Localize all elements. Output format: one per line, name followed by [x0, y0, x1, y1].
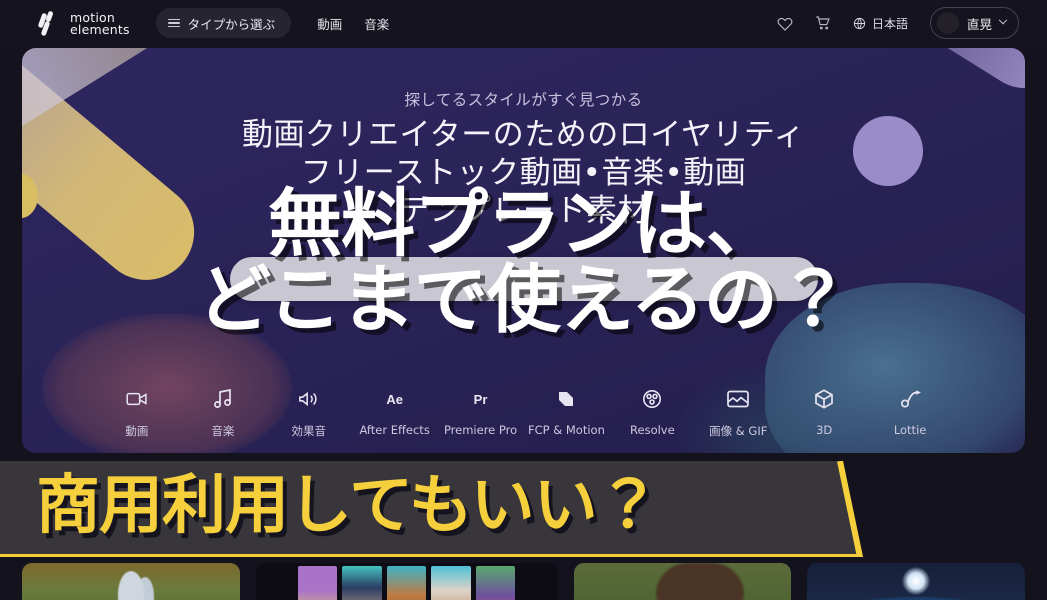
thumbnail-child-outdoors[interactable] — [573, 563, 792, 600]
category-item-sfx[interactable]: 効果音 — [266, 384, 352, 439]
category-item-lottie[interactable]: Lottie — [867, 384, 953, 439]
mini-template — [342, 566, 382, 600]
heart-icon[interactable] — [777, 15, 793, 31]
cart-icon[interactable] — [815, 15, 831, 31]
category-label: Premiere Pro — [443, 423, 518, 437]
thumbnail-rabbit-field[interactable] — [22, 563, 240, 600]
video-camera-icon — [126, 384, 148, 414]
hero-subtitle: 探してるスタイルがすぐ見つかる — [404, 91, 643, 109]
category-item-resolve[interactable]: Resolve — [609, 384, 695, 439]
thumbnail-vertical-template-strip[interactable] — [255, 563, 558, 600]
mini-template — [475, 566, 516, 600]
user-name: 直晃 — [966, 17, 992, 32]
category-label: 効果音 — [291, 424, 326, 438]
premiere-pro-icon: Pr — [473, 391, 488, 407]
overlay-band-background — [0, 461, 860, 557]
language-selector[interactable]: 日本語 — [853, 15, 908, 32]
page-root: motion elements タイプから選ぶ 動画 音楽 日本語 直晃 探して… — [0, 0, 1047, 600]
hero-title: 動画クリエイターのためのロイヤリティ フリーストック動画•音楽•動画 テンプレー… — [22, 116, 1025, 230]
after-effects-icon: Ae — [386, 391, 403, 407]
sun-glow — [902, 567, 931, 595]
category-label: 画像 & GIF — [709, 424, 768, 438]
search-input[interactable] — [230, 257, 818, 301]
type-picker-label: タイプから選ぶ — [187, 17, 276, 32]
category-item-fcp-motion[interactable]: FCP & Motion — [524, 384, 610, 439]
language-label: 日本語 — [871, 16, 908, 31]
music-note-icon — [213, 384, 232, 414]
category-row: 動画 音楽 効果音 Ae After Effects Pr Premiere P… — [22, 384, 1025, 439]
category-label: FCP & Motion — [528, 423, 605, 437]
nav-item-music[interactable]: 音楽 — [364, 14, 389, 33]
final-cut-pro-icon — [556, 384, 576, 414]
thumbnail-earth-sunrise[interactable] — [807, 563, 1025, 600]
child-subject — [656, 563, 745, 600]
mini-template — [386, 566, 427, 600]
category-label: After Effects — [359, 423, 430, 437]
category-item-video[interactable]: 動画 — [94, 384, 180, 439]
globe-icon — [853, 17, 866, 29]
user-menu[interactable]: 直晃 — [929, 7, 1019, 39]
hero-title-line-2: フリーストック動画•音楽•動画 — [300, 155, 747, 191]
category-item-music[interactable]: 音楽 — [180, 384, 266, 439]
mini-template — [431, 566, 471, 600]
image-gif-icon — [727, 384, 750, 414]
davinci-resolve-icon — [642, 384, 662, 414]
motionelements-logo-icon — [37, 10, 64, 37]
logo-line-1: motion — [70, 9, 115, 25]
mini-template — [297, 566, 338, 600]
chevron-down-icon — [998, 15, 1008, 25]
lottie-icon — [899, 384, 922, 414]
thumbnail-row — [22, 563, 1025, 600]
category-item-after-effects[interactable]: Ae After Effects — [352, 384, 438, 439]
nav-item-video[interactable]: 動画 — [317, 14, 342, 33]
site-header: motion elements タイプから選ぶ 動画 音楽 日本語 直晃 — [0, 0, 1047, 46]
type-picker-button[interactable]: タイプから選ぶ — [155, 8, 292, 38]
category-label: Resolve — [630, 423, 675, 437]
category-label: 音楽 — [211, 424, 235, 438]
hamburger-icon — [167, 18, 180, 28]
hero-banner: 探してるスタイルがすぐ見つかる 動画クリエイターのためのロイヤリティ フリースト… — [22, 48, 1025, 453]
header-actions: 日本語 直晃 — [777, 7, 1019, 39]
category-label: 3D — [816, 423, 833, 437]
logo-text: motion elements — [70, 9, 130, 37]
logo-line-2: elements — [70, 21, 130, 37]
hero-title-line-3: テンプレート素材 — [397, 193, 650, 229]
cube-3d-icon — [814, 384, 834, 414]
logo[interactable]: motion elements — [37, 9, 130, 37]
category-item-premiere-pro[interactable]: Pr Premiere Pro — [438, 384, 524, 439]
sound-wave-icon — [298, 384, 320, 414]
rabbit-subject — [117, 571, 144, 600]
category-label: Lottie — [893, 423, 927, 437]
category-item-image-gif[interactable]: 画像 & GIF — [695, 384, 781, 439]
hero-title-line-1: 動画クリエイターのためのロイヤリティ — [242, 117, 805, 153]
avatar — [936, 12, 959, 34]
category-item-3d[interactable]: 3D — [781, 384, 867, 439]
category-label: 動画 — [125, 424, 149, 438]
